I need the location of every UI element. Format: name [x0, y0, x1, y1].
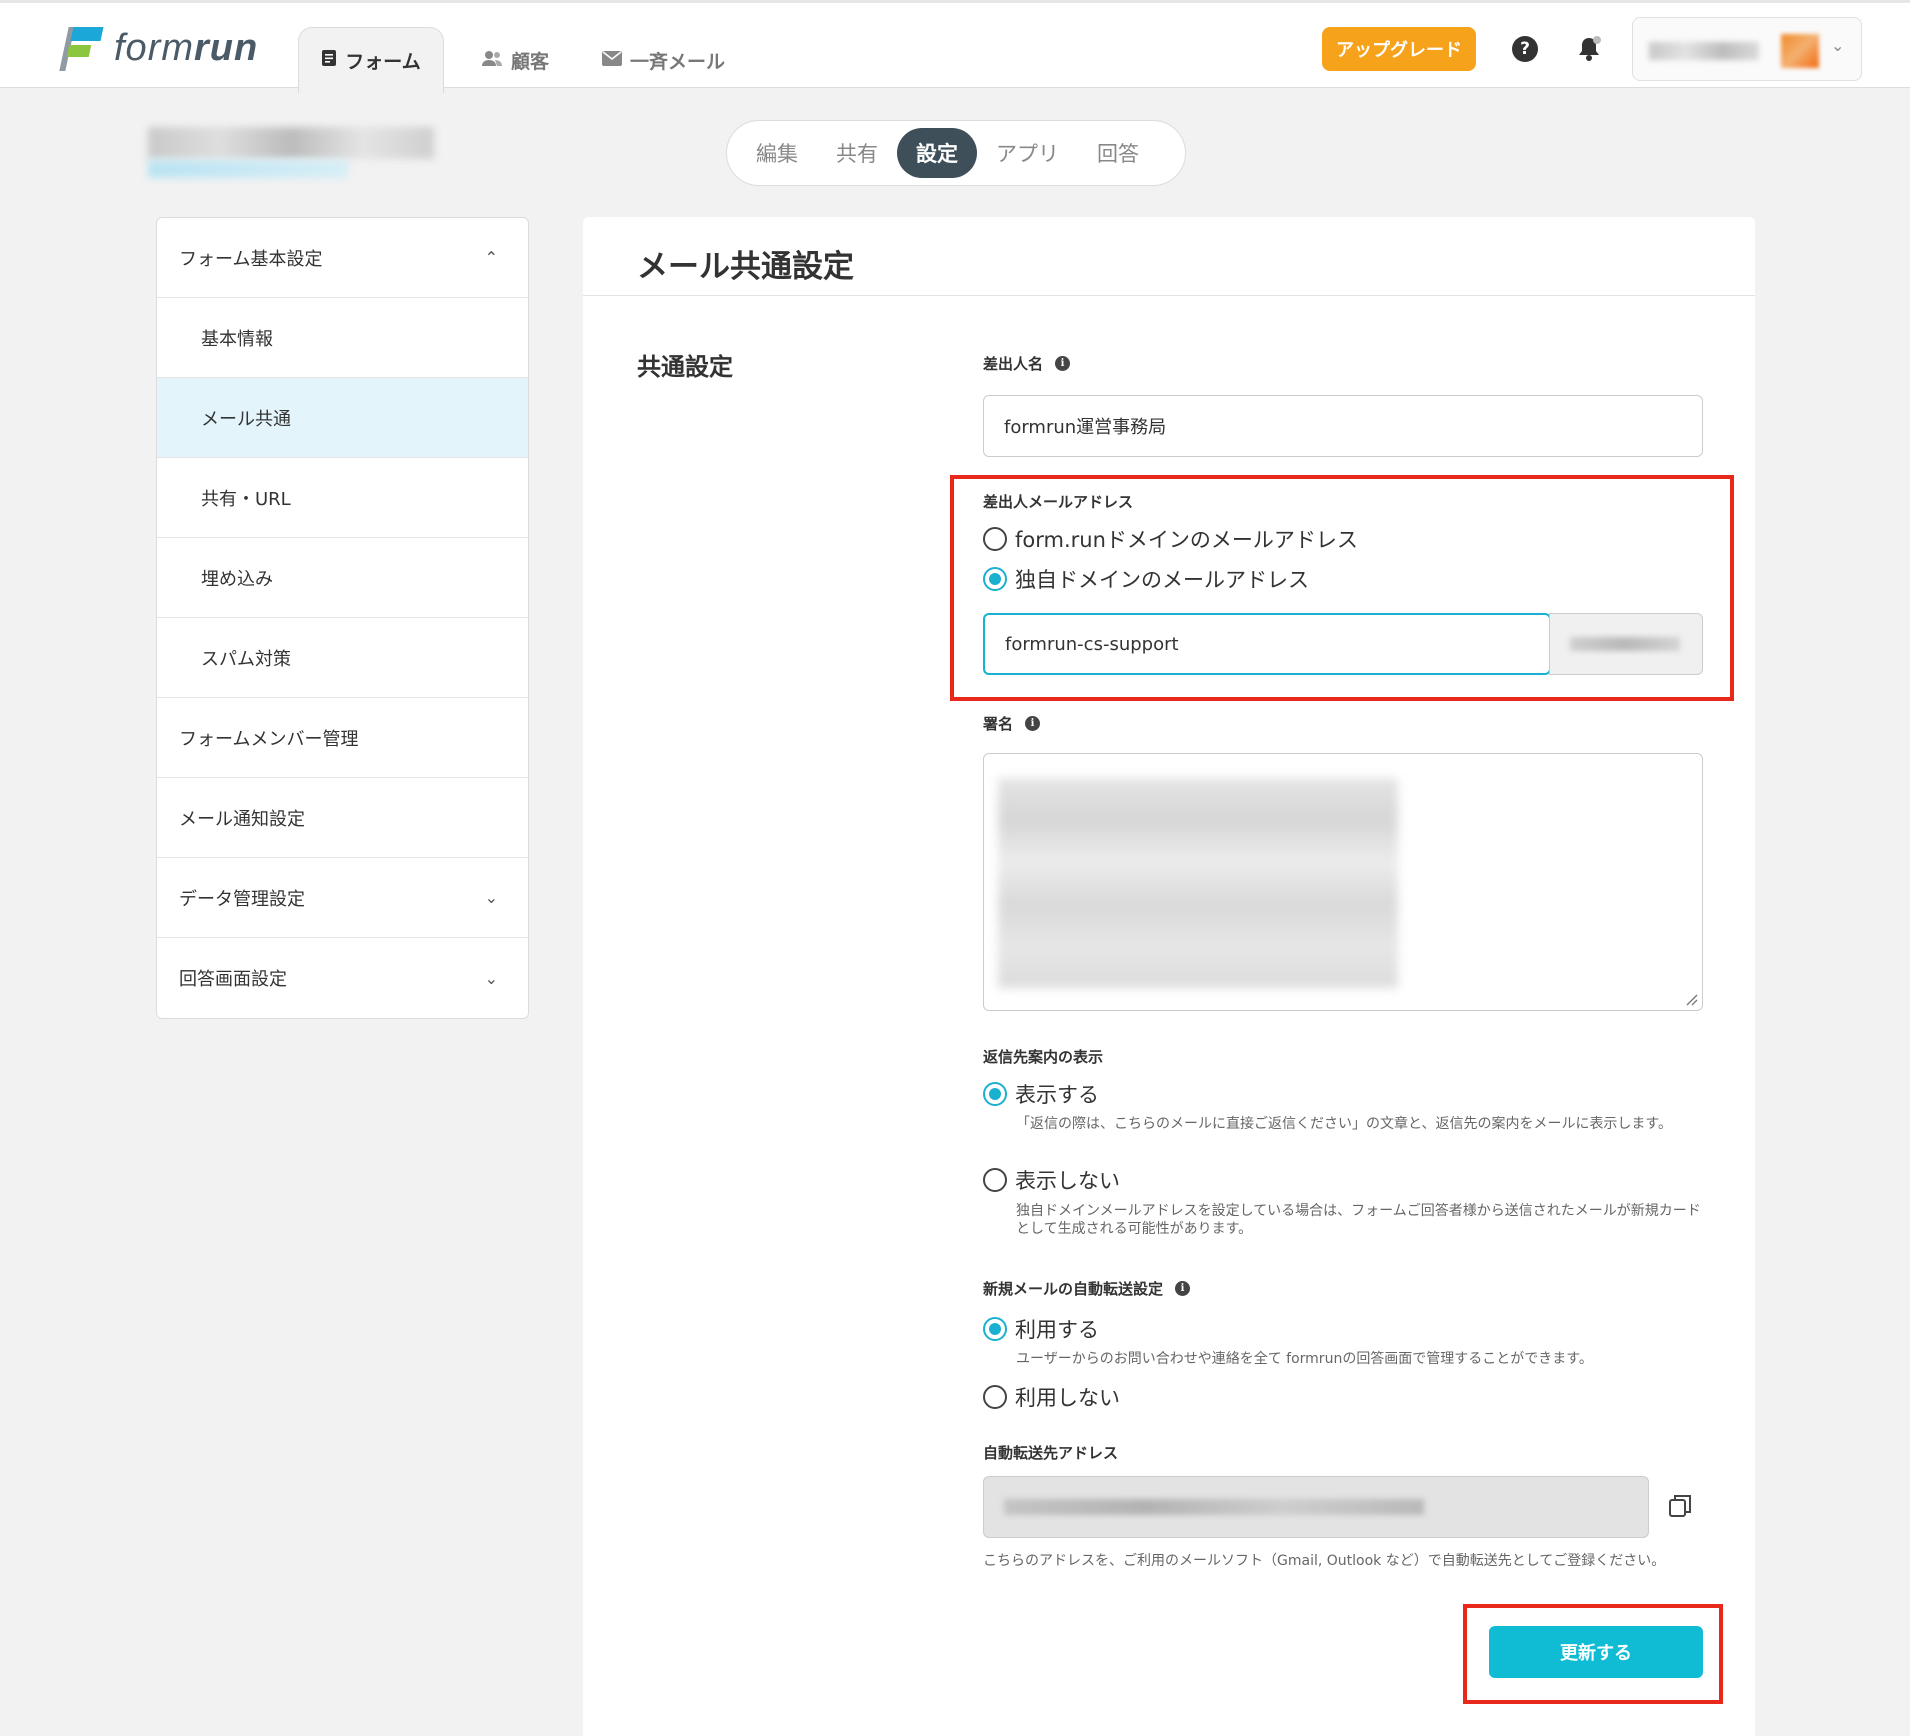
tab-edit[interactable]: 編集: [737, 128, 817, 178]
radio-no-auto-forward[interactable]: 利用しない: [983, 1382, 1120, 1412]
chevron-down-icon: ⌄: [484, 968, 498, 988]
radio-button[interactable]: [983, 527, 1007, 551]
sidebar-item-response-screen[interactable]: 回答画面設定 ⌄: [157, 938, 528, 1018]
sender-name-label: 差出人名 i: [983, 353, 1071, 374]
sidebar-item-label: 基本情報: [201, 328, 273, 350]
nav-tab-label: 一斉メール: [630, 50, 726, 73]
radio-custom-domain[interactable]: 独自ドメインのメールアドレス: [983, 564, 1309, 594]
copy-icon[interactable]: [1666, 1492, 1694, 1520]
chevron-down-icon: ⌄: [1831, 36, 1845, 55]
reply-guide-label: 返信先案内の表示: [983, 1048, 1104, 1066]
sidebar-item-form-basic-settings[interactable]: フォーム基本設定 ⌃: [157, 218, 528, 298]
nav-tab-customers[interactable]: 顧客: [481, 29, 549, 91]
radio-button[interactable]: [983, 1385, 1007, 1409]
forward-address-label: 自動転送先アドレス: [983, 1444, 1119, 1462]
logo-icon: [59, 25, 104, 71]
tab-responses[interactable]: 回答: [1078, 128, 1158, 178]
radio-button[interactable]: [983, 1082, 1007, 1106]
info-icon[interactable]: i: [1175, 1281, 1191, 1296]
form-name-redacted: [148, 127, 434, 159]
update-button[interactable]: 更新する: [1489, 1626, 1703, 1678]
tab-share[interactable]: 共有: [817, 128, 897, 178]
signature-textarea[interactable]: [983, 753, 1703, 1011]
page-title: メール共通設定: [637, 249, 854, 285]
tab-apps[interactable]: アプリ: [977, 128, 1078, 178]
radio-button[interactable]: [983, 567, 1007, 591]
account-name-redacted: [1649, 42, 1759, 60]
account-menu[interactable]: ⌄: [1632, 17, 1862, 81]
email-domain-field: [1549, 613, 1703, 675]
reply-guide-show-help: 「返信の際は、こちらのメールに直接ご返信ください」の文章と、返信先の案内をメール…: [1016, 1116, 1673, 1132]
sidebar-item-data-management[interactable]: データ管理設定 ⌄: [157, 858, 528, 938]
divider: [583, 295, 1755, 296]
nav-tab-label: 顧客: [511, 50, 550, 73]
radio-formrun-domain[interactable]: form.runドメインのメールアドレス: [983, 524, 1358, 554]
notification-bell-icon[interactable]: [1575, 35, 1603, 63]
form-tabs: 編集 共有 設定 アプリ 回答: [726, 120, 1186, 186]
sidebar-item-label: スパム対策: [201, 648, 291, 670]
reply-guide-hide-help: 独自ドメインメールアドレスを設定している場合は、フォームご回答者様から送信された…: [1016, 1203, 1701, 1237]
signature-redacted: [998, 778, 1398, 988]
top-header: formrun フォーム 顧客 一斉メール アップグレード ? ⌄: [0, 0, 1910, 93]
tab-settings[interactable]: 設定: [897, 128, 977, 178]
radio-hide-reply-guide[interactable]: 表示しない: [983, 1165, 1120, 1195]
sender-email-label: 差出人メールアドレス: [983, 493, 1134, 511]
logo-text: formrun: [114, 26, 259, 69]
settings-sidebar: フォーム基本設定 ⌃ 基本情報 メール共通 共有・URL 埋め込み スパム対策 …: [156, 217, 529, 1019]
auto-forward-label: 新規メールの自動転送設定 i: [983, 1278, 1191, 1299]
section-title: 共通設定: [637, 353, 733, 381]
sidebar-item-label: メール共通: [201, 408, 291, 430]
sidebar-item-spam[interactable]: スパム対策: [157, 618, 528, 698]
info-icon[interactable]: i: [1025, 716, 1041, 731]
nav-tab-bulk-mail[interactable]: 一斉メール: [602, 29, 725, 91]
forward-address-redacted: [1004, 1499, 1424, 1515]
sidebar-item-label: データ管理設定: [179, 888, 305, 910]
sidebar-item-mail-common[interactable]: メール共通: [157, 378, 528, 458]
radio-button[interactable]: [983, 1317, 1007, 1341]
radio-button[interactable]: [983, 1168, 1007, 1192]
sidebar-item-label: 回答画面設定: [179, 969, 287, 990]
sidebar-item-label: 埋め込み: [201, 568, 273, 590]
sidebar-item-embed[interactable]: 埋め込み: [157, 538, 528, 618]
signature-label: 署名 i: [983, 713, 1041, 734]
auto-forward-use-help: ユーザーからのお問い合わせや連絡を全て formrunの回答画面で管理することが…: [1016, 1351, 1593, 1367]
upgrade-button[interactable]: アップグレード: [1322, 27, 1476, 71]
help-icon[interactable]: ?: [1512, 36, 1538, 62]
sidebar-item-label: 共有・URL: [201, 488, 291, 510]
sidebar-item-form-members[interactable]: フォームメンバー管理: [157, 698, 528, 778]
sender-name-input[interactable]: formrun運営事務局: [983, 395, 1703, 457]
sidebar-item-basic-info[interactable]: 基本情報: [157, 298, 528, 378]
email-local-part-input[interactable]: formrun-cs-support: [983, 613, 1551, 675]
radio-use-auto-forward[interactable]: 利用する: [983, 1314, 1099, 1344]
main-panel: メール共通設定 共通設定 差出人名 i formrun運営事務局 差出人メールア…: [583, 217, 1755, 1736]
nav-tab-forms[interactable]: フォーム: [298, 27, 444, 93]
info-icon[interactable]: i: [1055, 356, 1071, 371]
radio-show-reply-guide[interactable]: 表示する: [983, 1079, 1099, 1109]
sidebar-item-mail-notification[interactable]: メール通知設定: [157, 778, 528, 858]
sidebar-item-label: フォームメンバー管理: [179, 728, 359, 750]
sidebar-item-label: フォーム基本設定: [179, 248, 323, 270]
chevron-down-icon: ⌄: [484, 888, 498, 907]
mail-icon: [602, 50, 622, 71]
formrun-logo[interactable]: formrun: [59, 25, 259, 71]
sidebar-item-label: メール通知設定: [179, 808, 305, 830]
nav-tab-label: フォーム: [345, 51, 421, 73]
sidebar-item-share-url[interactable]: 共有・URL: [157, 458, 528, 538]
chevron-up-icon: ⌃: [484, 248, 498, 267]
forward-address-field: [983, 1476, 1649, 1538]
forward-address-help: こちらのアドレスを、ご利用のメールソフト（Gmail, Outlook など）で…: [983, 1553, 1666, 1569]
email-domain-redacted: [1570, 637, 1680, 651]
document-icon: [321, 49, 337, 72]
resize-handle-icon[interactable]: [1684, 992, 1698, 1006]
form-id-redacted: [148, 160, 348, 178]
avatar: [1781, 34, 1819, 68]
people-icon: [481, 50, 503, 71]
